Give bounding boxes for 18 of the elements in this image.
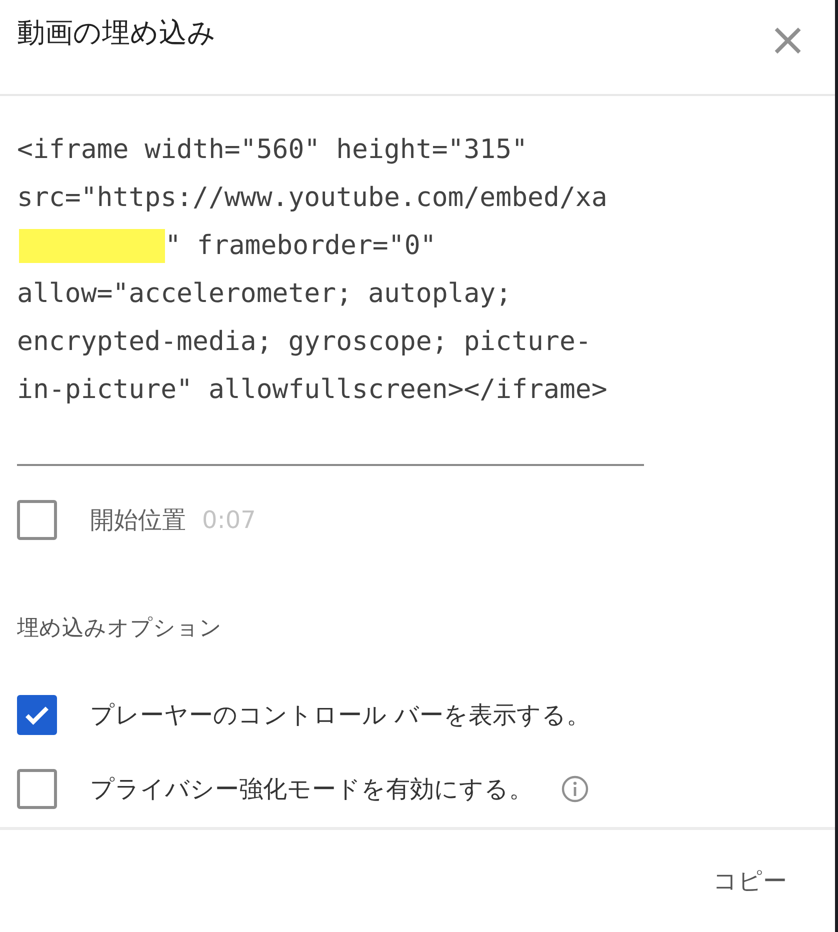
checkbox[interactable] — [17, 500, 57, 540]
embed-code-field[interactable]: <iframe width="560" height="315" src="https://www.youtube.com/embed/xa " frameborder="0" allow="accelerometer; autoplay; encrypted-media; gyroscope; picture- in-picture" allowfullscreen></iframe> — [17, 126, 644, 466]
code-line: in-picture" allowfullscreen></iframe> — [17, 373, 608, 407]
code-line: " frameborder="0" — [165, 229, 436, 263]
start-label: 開始位置 — [90, 505, 186, 536]
copy-button[interactable]: コピー — [709, 857, 791, 905]
checkbox[interactable] — [17, 695, 57, 735]
start-time: 0:07 — [202, 506, 256, 534]
option-label: プライバシー強化モードを有効にする。 — [90, 774, 533, 805]
code-line: encrypted-media; gyroscope; picture- — [17, 325, 592, 359]
dialog-title: 動画の埋め込み — [17, 15, 216, 51]
code-line: src="https://www.youtube.com/embed/xa — [17, 181, 608, 215]
section-heading: 埋め込みオプション — [17, 615, 223, 643]
checkbox[interactable] — [17, 769, 57, 809]
option-label: プレーヤーのコントロール バーを表示する。 — [90, 700, 591, 731]
code-line: allow="accelerometer; autoplay; — [17, 277, 512, 311]
info-icon[interactable] — [561, 775, 589, 803]
code-line: <iframe width="560" height="315" — [17, 133, 528, 167]
